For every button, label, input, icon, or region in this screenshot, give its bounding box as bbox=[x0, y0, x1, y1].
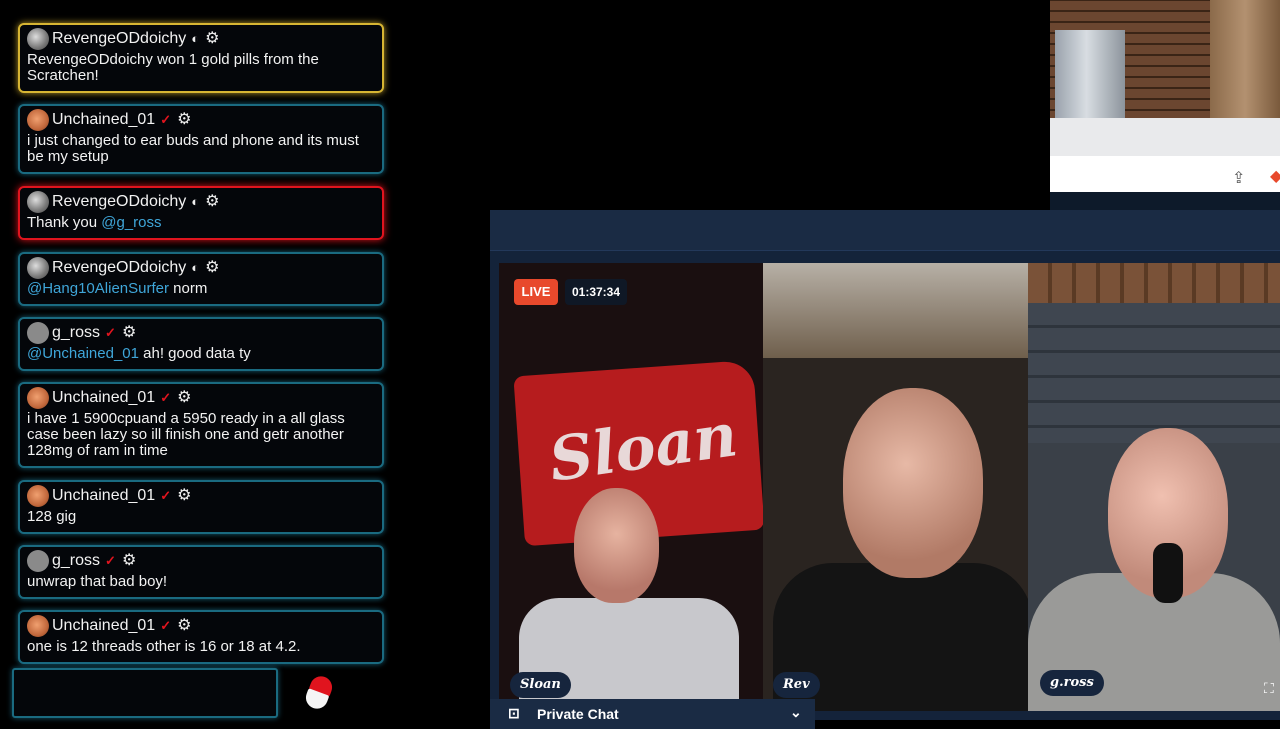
chat-message: g_ross ✓ ⚙ unwrap that bad boy! bbox=[18, 545, 384, 599]
avatar[interactable] bbox=[27, 550, 49, 572]
username[interactable]: Unchained_01 bbox=[52, 618, 155, 634]
participant-name-rev: Rev bbox=[773, 672, 820, 698]
gear-icon[interactable]: ⚙ bbox=[205, 31, 219, 47]
username[interactable]: RevengeODdoichy bbox=[52, 260, 186, 276]
username[interactable]: g_ross bbox=[52, 553, 100, 569]
chat-message: Unchained_01 ✓ ⚙ one is 12 threads other i… bbox=[18, 610, 384, 664]
verified-check-icon: ✓ bbox=[160, 112, 172, 127]
gear-icon[interactable]: ⚙ bbox=[177, 488, 191, 504]
fullscreen-icon[interactable]: ⛶ bbox=[1264, 680, 1274, 697]
message-text: unwrap that bad boy! bbox=[27, 573, 168, 590]
chat-bubble-icon: ⊡ bbox=[508, 705, 520, 721]
brave-shield-icon[interactable]: ◆ bbox=[1270, 166, 1280, 186]
mention-link[interactable]: @g_ross bbox=[101, 214, 161, 231]
chat-message: RevengeODdoichy ◐ ⚙ Thank you @g_ross bbox=[18, 186, 384, 240]
username[interactable]: Unchained_01 bbox=[52, 112, 155, 128]
verified-check-icon: ✓ bbox=[160, 390, 172, 405]
verified-check-icon: ✓ bbox=[160, 488, 172, 503]
avatar[interactable] bbox=[27, 191, 49, 213]
chat-message: RevengeODdoichy ◐ ⚙ RevengeODdoichy won 1 … bbox=[18, 23, 384, 93]
video-tile-rev[interactable] bbox=[763, 263, 1028, 711]
gear-icon[interactable]: ⚙ bbox=[177, 112, 191, 128]
gear-icon[interactable]: ⚙ bbox=[122, 553, 136, 569]
message-prefix: Thank you bbox=[27, 214, 102, 231]
message-text: @Unchained_01 ah! good data ty bbox=[27, 346, 375, 362]
message-text: i just changed to ear buds and phone and… bbox=[27, 132, 359, 165]
chat-input[interactable] bbox=[12, 668, 278, 718]
chat-message: Unchained_01 ✓ ⚙ 128 gig bbox=[18, 480, 384, 534]
participant-name-sloan: Sloan bbox=[510, 672, 571, 698]
chat-message: g_ross ✓ ⚙ @Unchained_01 ah! good data ty bbox=[18, 317, 384, 371]
chat-message: Unchained_01 ✓ ⚙ i have 1 5900cpuand a 595… bbox=[18, 382, 384, 468]
avatar[interactable] bbox=[27, 485, 49, 507]
share-icon[interactable]: ⇪ bbox=[1232, 168, 1245, 188]
shield-icon: ◐ bbox=[191, 260, 200, 275]
participant-name-gross: g.ross bbox=[1040, 670, 1104, 696]
stream-timer: 01:37:34 bbox=[565, 279, 627, 305]
chevron-down-icon[interactable]: ⌄ bbox=[790, 704, 802, 721]
gear-icon[interactable]: ⚙ bbox=[177, 390, 191, 406]
avatar[interactable] bbox=[27, 109, 49, 131]
shield-icon: ◐ bbox=[191, 194, 200, 209]
gear-icon[interactable]: ⚙ bbox=[205, 194, 219, 210]
stream-header bbox=[490, 210, 1280, 251]
chat-message: Unchained_01 ✓ ⚙ i just changed to ear bud… bbox=[18, 104, 384, 174]
chat-message: RevengeODdoichy ◐ ⚙ @Hang10AlienSurfer nor… bbox=[18, 252, 384, 306]
verified-check-icon: ✓ bbox=[105, 553, 116, 568]
avatar[interactable] bbox=[27, 322, 49, 344]
username[interactable]: Unchained_01 bbox=[52, 488, 155, 504]
microphone bbox=[1153, 543, 1183, 603]
avatar[interactable] bbox=[27, 257, 49, 279]
browser-address-bar[interactable] bbox=[1050, 156, 1280, 193]
username[interactable]: Unchained_01 bbox=[52, 390, 155, 406]
live-badge: LIVE bbox=[514, 279, 558, 305]
video-tile-gross[interactable] bbox=[1028, 263, 1280, 711]
avatar[interactable] bbox=[27, 387, 49, 409]
username[interactable]: RevengeODdoichy bbox=[52, 194, 186, 210]
private-chat-toggle[interactable]: ⊡ Private Chat ⌄ bbox=[490, 699, 815, 729]
message-text: Thank you @g_ross bbox=[27, 215, 375, 231]
message-text: i have 1 5900cpuand a 5950 ready in a al… bbox=[27, 410, 345, 459]
message-text: @Hang10AlienSurfer norm bbox=[27, 281, 375, 297]
video-tile-sloan[interactable]: Sloan bbox=[499, 263, 763, 711]
background-browser-window: ⇪ ◆ bbox=[1050, 0, 1280, 210]
message-suffix: ah! good data ty bbox=[138, 345, 251, 362]
stream-window: Sloan LIVE 01:37:34 Sloan Rev g.ross ⊡ P… bbox=[490, 210, 1280, 729]
shield-icon: ◐ bbox=[191, 31, 200, 46]
mention-link[interactable]: @Unchained_01 bbox=[27, 345, 139, 362]
mention-link[interactable]: @Hang10AlienSurfer bbox=[27, 280, 169, 297]
username[interactable]: g_ross bbox=[52, 325, 100, 341]
verified-check-icon: ✓ bbox=[105, 325, 116, 340]
pill-icon[interactable] bbox=[302, 673, 336, 712]
message-text: 128 gig bbox=[27, 508, 77, 525]
avatar[interactable] bbox=[27, 615, 49, 637]
gear-icon[interactable]: ⚙ bbox=[122, 325, 136, 341]
message-text: one is 12 threads other is 16 or 18 at 4… bbox=[27, 638, 301, 655]
message-text: RevengeODdoichy won 1 gold pills from th… bbox=[27, 51, 319, 84]
username[interactable]: RevengeODdoichy bbox=[52, 31, 186, 47]
browser-tab-bar bbox=[1050, 118, 1280, 156]
gear-icon[interactable]: ⚙ bbox=[177, 618, 191, 634]
message-suffix: norm bbox=[168, 280, 208, 297]
avatar[interactable] bbox=[27, 28, 49, 50]
verified-check-icon: ✓ bbox=[160, 618, 172, 633]
chat-panel: RevengeODdoichy ◐ ⚙ RevengeODdoichy won 1 … bbox=[0, 0, 400, 720]
gear-icon[interactable]: ⚙ bbox=[205, 260, 219, 276]
